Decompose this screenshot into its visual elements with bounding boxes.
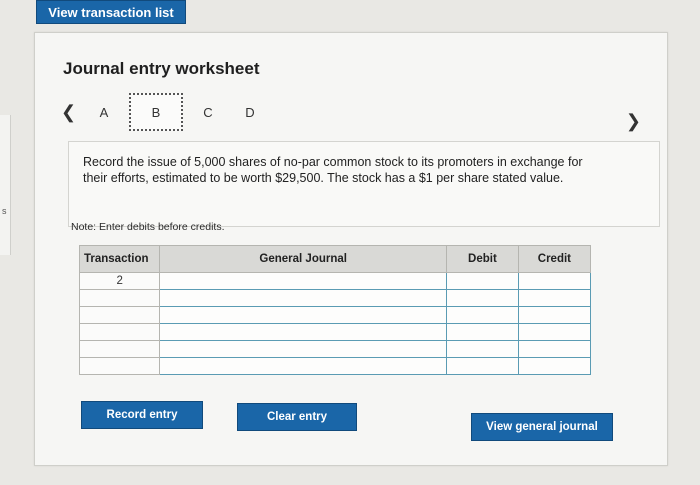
prompt-box: Record the issue of 5,000 shares of no-p… <box>68 141 660 227</box>
journal-table: Transaction General Journal Debit Credit… <box>78 245 592 375</box>
transaction-number: 2 <box>78 272 161 290</box>
general-journal-field[interactable] <box>159 323 448 341</box>
prompt-text: Record the issue of 5,000 shares of no-p… <box>83 155 583 185</box>
table-row: 2 <box>78 272 592 290</box>
tab-d[interactable]: D <box>229 96 271 128</box>
clear-entry-button[interactable]: Clear entry <box>237 403 357 431</box>
debit-field[interactable] <box>446 323 519 341</box>
transaction-cell <box>78 340 161 358</box>
table-row <box>78 340 592 358</box>
table-row <box>78 357 592 375</box>
tab-a[interactable]: A <box>83 96 125 128</box>
view-general-journal-button[interactable]: View general journal <box>471 413 613 441</box>
debit-field[interactable] <box>446 357 519 375</box>
debit-field[interactable] <box>446 340 519 358</box>
header-general-journal: General Journal <box>159 245 448 273</box>
credit-field[interactable] <box>517 272 592 290</box>
worksheet-title: Journal entry worksheet <box>63 59 260 78</box>
general-journal-field[interactable] <box>159 289 448 307</box>
credit-field[interactable] <box>517 357 592 375</box>
credit-field[interactable] <box>517 340 592 358</box>
next-arrow-icon[interactable]: ❯ <box>626 111 641 132</box>
record-entry-button[interactable]: Record entry <box>81 401 203 429</box>
table-header-row: Transaction General Journal Debit Credit <box>78 245 592 273</box>
credit-field[interactable] <box>517 289 592 307</box>
transaction-cell <box>78 306 161 324</box>
general-journal-field[interactable] <box>159 340 448 358</box>
left-panel-edge <box>0 115 11 255</box>
journal-entry-worksheet-card: Journal entry worksheet ❮ A B C D ❯ Reco… <box>34 32 668 466</box>
credit-field[interactable] <box>517 323 592 341</box>
header-credit: Credit <box>517 245 592 273</box>
note-text: Note: Enter debits before credits. <box>71 221 225 233</box>
debit-field[interactable] <box>446 289 519 307</box>
debit-field[interactable] <box>446 272 519 290</box>
previous-arrow-icon[interactable]: ❮ <box>61 102 83 123</box>
tab-c[interactable]: C <box>187 96 229 128</box>
table-row <box>78 323 592 341</box>
left-panel-letter: s <box>2 206 7 216</box>
header-debit: Debit <box>446 245 519 273</box>
tab-b[interactable]: B <box>129 93 183 131</box>
view-transaction-list-button[interactable]: View transaction list <box>36 0 186 24</box>
header-transaction: Transaction <box>78 245 161 273</box>
general-journal-field[interactable] <box>159 272 448 290</box>
transaction-cell <box>78 289 161 307</box>
table-row <box>78 306 592 324</box>
general-journal-field[interactable] <box>159 357 448 375</box>
transaction-cell <box>78 323 161 341</box>
credit-field[interactable] <box>517 306 592 324</box>
table-row <box>78 289 592 307</box>
transaction-cell <box>78 357 161 375</box>
debit-field[interactable] <box>446 306 519 324</box>
general-journal-field[interactable] <box>159 306 448 324</box>
worksheet-tabs: ❮ A B C D <box>61 93 271 131</box>
